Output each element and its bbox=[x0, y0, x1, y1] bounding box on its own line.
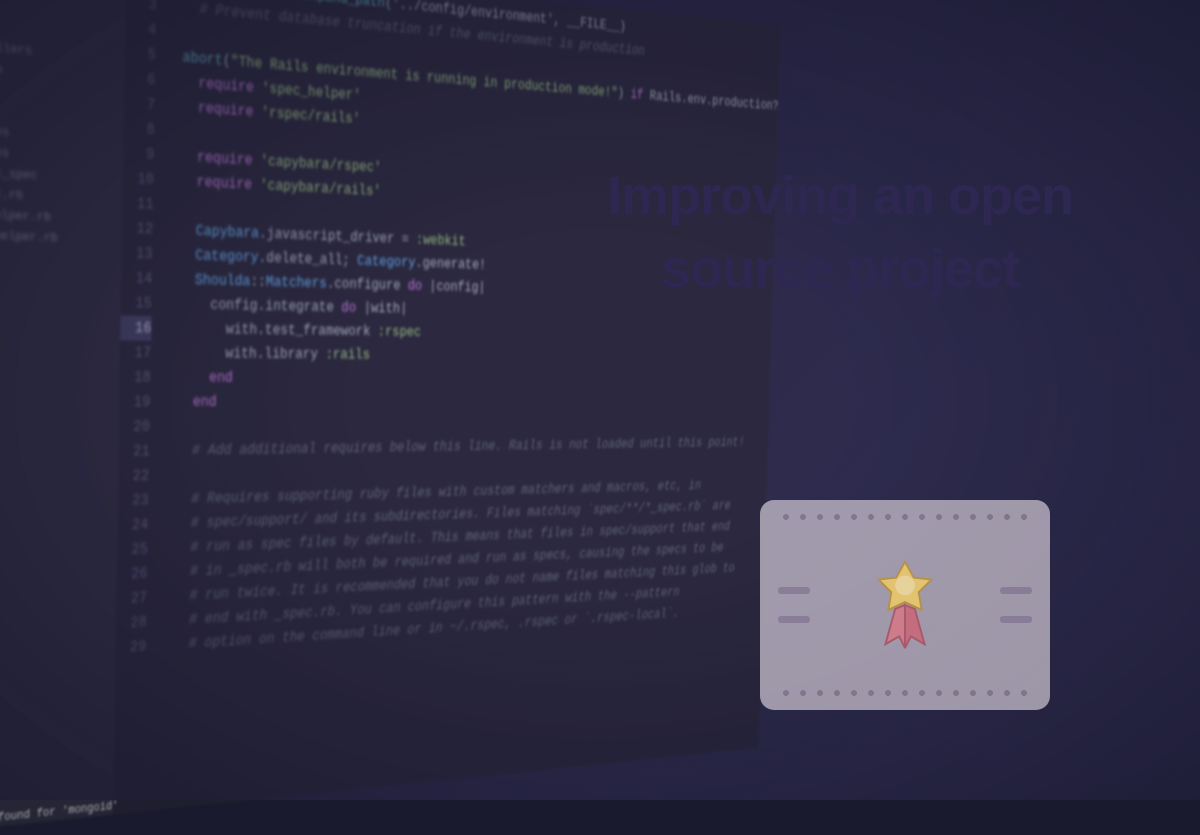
monitor: specconfigrailsmodelscontrollershelpersl… bbox=[0, 0, 773, 835]
sidebar-item-label: features bbox=[0, 121, 10, 140]
line-number: 22 bbox=[118, 464, 149, 489]
line-number: 8 bbox=[123, 116, 154, 143]
line-number: 20 bbox=[119, 415, 150, 440]
sidebar-item-label: rails_helper.rb bbox=[0, 227, 58, 246]
code-lines: require File.expand_path('../config/envi… bbox=[154, 0, 781, 810]
line-number: 15 bbox=[121, 291, 152, 316]
line-number: 9 bbox=[123, 141, 154, 168]
line-number: 12 bbox=[122, 216, 153, 242]
line-number: 24 bbox=[117, 513, 148, 539]
line-number: 7 bbox=[124, 91, 155, 118]
line-number: 10 bbox=[123, 166, 154, 193]
sidebar-item-label: support.rb bbox=[0, 184, 23, 202]
line-number: 13 bbox=[121, 241, 152, 267]
line-number: 26 bbox=[116, 561, 147, 587]
line-number: 16 bbox=[120, 316, 151, 341]
code-area: 2345678910111213141516171819202122232425… bbox=[113, 0, 781, 815]
sidebar-item-label: helpers bbox=[0, 58, 3, 77]
award-ribbon-icon bbox=[864, 556, 946, 654]
sidebar-item-label: spec_helper.rb bbox=[0, 206, 51, 225]
certificate-ticket bbox=[760, 500, 1050, 710]
sidebar-item-label: fixtures bbox=[0, 142, 9, 160]
sidebar-item-label: controllers bbox=[0, 37, 32, 58]
scene: specconfigrailsmodelscontrollershelpersl… bbox=[0, 0, 1200, 800]
line-number: 28 bbox=[116, 610, 147, 636]
line-number: 29 bbox=[115, 635, 146, 661]
line-number: 14 bbox=[121, 266, 152, 292]
ticket-inner bbox=[778, 534, 1032, 676]
ticket-dashes-left bbox=[778, 587, 810, 623]
line-number: 17 bbox=[120, 340, 151, 365]
line-number: 4 bbox=[125, 15, 157, 43]
line-number: 5 bbox=[125, 40, 157, 68]
line-number: 21 bbox=[118, 439, 149, 464]
file-sidebar: specconfigrailsmodelscontrollershelpersl… bbox=[0, 0, 126, 835]
overlay-title: Improving an open source project bbox=[600, 160, 1080, 306]
code-editor: specconfigrailsmodelscontrollershelpersl… bbox=[0, 0, 773, 835]
code-line: end bbox=[161, 365, 771, 390]
ticket-dashes-right bbox=[1000, 587, 1032, 623]
line-number: 18 bbox=[120, 365, 151, 390]
line-number: 23 bbox=[118, 488, 149, 513]
line-number: 27 bbox=[116, 586, 147, 612]
line-number: 19 bbox=[119, 390, 150, 415]
sidebar-item-label: spec_ft_spec bbox=[0, 163, 37, 182]
line-number: 25 bbox=[117, 537, 148, 563]
line-number: 6 bbox=[124, 65, 155, 92]
line-number: 11 bbox=[122, 191, 153, 217]
